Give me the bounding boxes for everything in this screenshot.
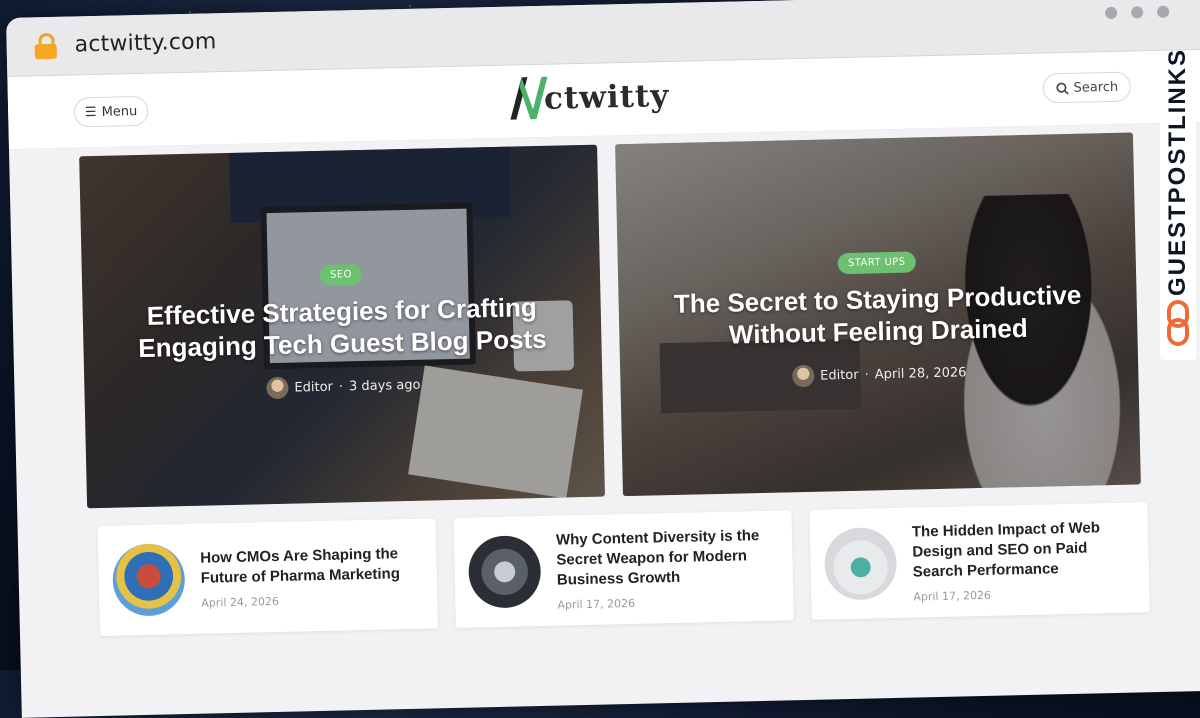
post-thumbnail[interactable] bbox=[467, 535, 542, 609]
chain-link-icon bbox=[1167, 300, 1189, 346]
recent-posts-row: How CMOs Are Shaping the Future of Pharm… bbox=[97, 502, 1150, 637]
post-title[interactable]: Why Content Diversity is the Secret Weap… bbox=[556, 525, 779, 590]
post-date: April 28, 2026 bbox=[874, 364, 967, 382]
browser-window: actwitty.com ☰ Menu ctwitty Search SEO E… bbox=[6, 0, 1200, 718]
logo-text: ctwitty bbox=[543, 77, 670, 117]
list-item[interactable]: How CMOs Are Shaping the Future of Pharm… bbox=[97, 518, 438, 637]
meta-separator: · bbox=[864, 367, 869, 383]
featured-post-title[interactable]: The Secret to Staying Productive Without… bbox=[658, 278, 1097, 352]
featured-post-content: SEO Effective Strategies for Crafting En… bbox=[82, 257, 603, 404]
window-dot-icon[interactable] bbox=[1157, 5, 1170, 18]
search-label: Search bbox=[1073, 79, 1119, 96]
featured-post-content: START UPS The Secret to Staying Producti… bbox=[618, 244, 1139, 391]
post-date: April 24, 2026 bbox=[201, 594, 280, 610]
author-name[interactable]: Editor bbox=[820, 367, 859, 383]
post-title[interactable]: How CMOs Are Shaping the Future of Pharm… bbox=[200, 543, 423, 588]
site-logo[interactable]: ctwitty bbox=[507, 69, 698, 125]
list-item[interactable]: The Hidden Impact of Web Design and SEO … bbox=[809, 502, 1150, 620]
lock-icon bbox=[34, 32, 57, 60]
menu-button[interactable]: ☰ Menu bbox=[73, 95, 149, 128]
author-name[interactable]: Editor bbox=[294, 379, 333, 395]
featured-post-title[interactable]: Effective Strategies for Crafting Engagi… bbox=[122, 290, 561, 364]
meta-separator: · bbox=[338, 378, 344, 395]
window-controls bbox=[1105, 5, 1170, 20]
search-icon bbox=[1056, 82, 1069, 95]
post-date: April 17, 2026 bbox=[913, 588, 992, 604]
guestpostlinks-text: GUESTPOSTLINKS bbox=[1164, 47, 1191, 296]
category-badge[interactable]: SEO bbox=[319, 263, 363, 286]
category-badge[interactable]: START UPS bbox=[837, 251, 916, 275]
post-title[interactable]: The Hidden Impact of Web Design and SEO … bbox=[912, 517, 1135, 582]
search-button[interactable]: Search bbox=[1042, 71, 1132, 104]
window-dot-icon[interactable] bbox=[1105, 6, 1118, 20]
menu-label: Menu bbox=[101, 103, 138, 120]
window-dot-icon[interactable] bbox=[1131, 6, 1144, 19]
logo-mark-icon bbox=[510, 76, 548, 120]
post-thumbnail[interactable] bbox=[111, 543, 186, 617]
author-avatar bbox=[791, 364, 815, 388]
post-thumbnail[interactable] bbox=[823, 526, 898, 601]
url-text[interactable]: actwitty.com bbox=[74, 29, 216, 57]
list-item[interactable]: Why Content Diversity is the Secret Weap… bbox=[453, 510, 794, 628]
post-date: 3 days ago bbox=[348, 377, 421, 394]
hamburger-icon: ☰ bbox=[84, 104, 97, 120]
featured-post-card[interactable]: SEO Effective Strategies for Crafting En… bbox=[79, 144, 606, 509]
featured-post-card[interactable]: START UPS The Secret to Staying Producti… bbox=[615, 132, 1141, 497]
post-date: April 17, 2026 bbox=[557, 596, 636, 612]
author-avatar bbox=[266, 376, 289, 400]
